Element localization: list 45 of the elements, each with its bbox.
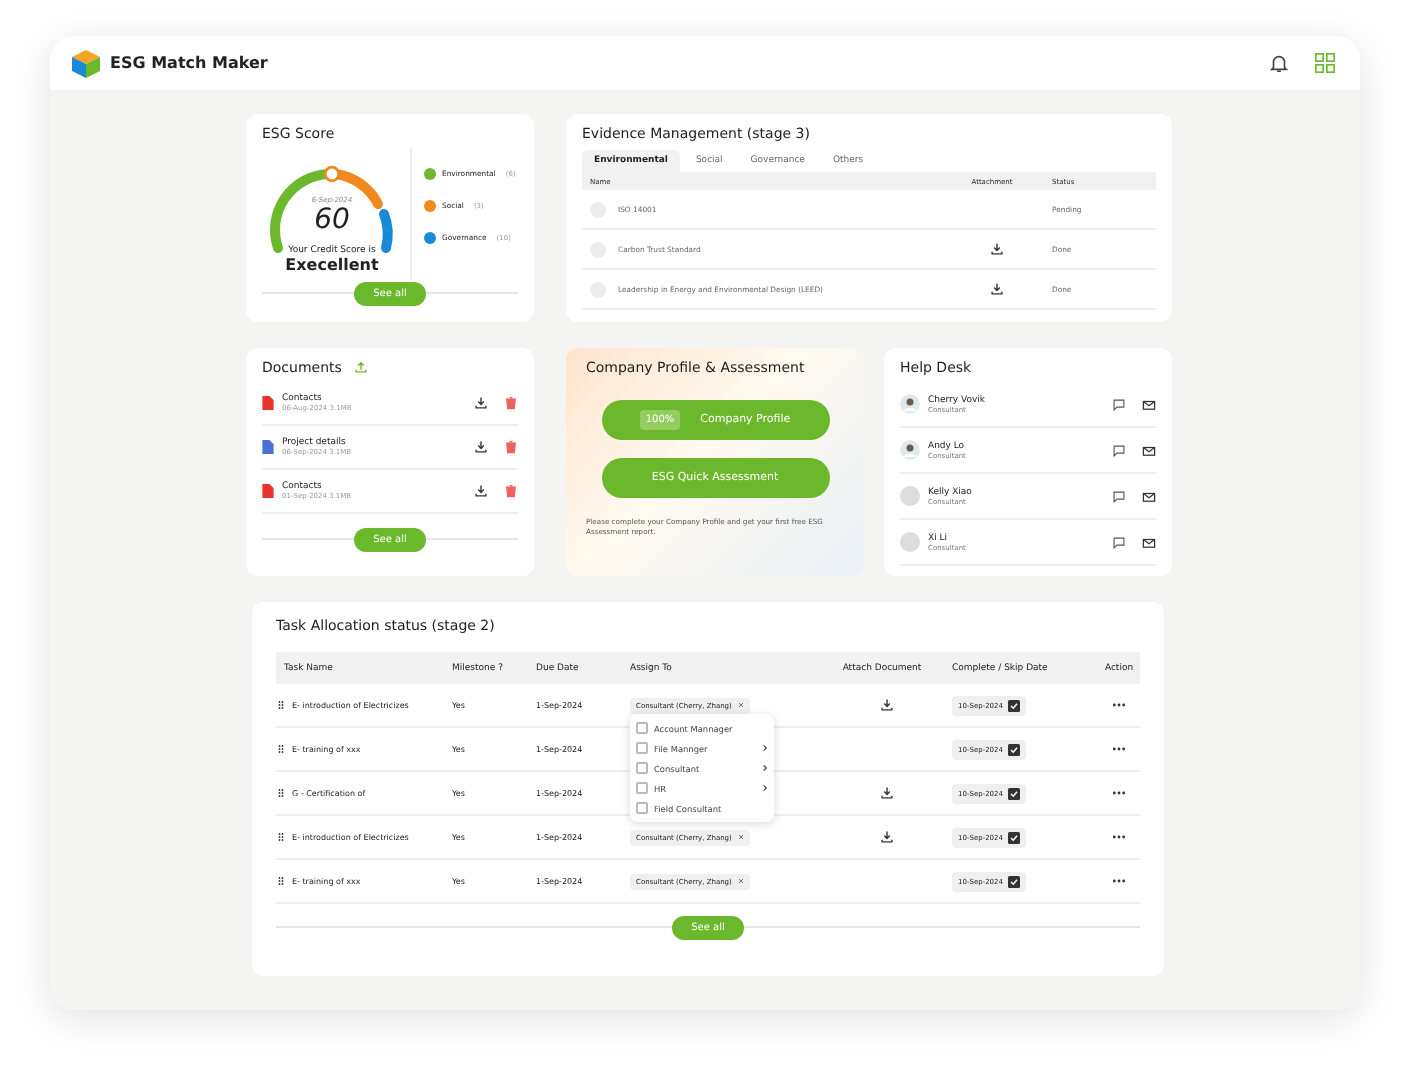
chat-icon[interactable]	[1112, 397, 1126, 411]
bell-icon[interactable]	[1268, 52, 1290, 74]
mail-icon[interactable]	[1142, 489, 1156, 503]
chevron-right-icon[interactable]	[762, 784, 768, 792]
chevron-right-icon[interactable]	[762, 764, 768, 772]
checkbox[interactable]	[636, 802, 648, 814]
checkbox-icon[interactable]	[1008, 699, 1021, 711]
chevron-right-icon[interactable]	[762, 744, 768, 752]
trash-icon[interactable]	[504, 440, 518, 454]
trash-icon[interactable]	[504, 396, 518, 410]
trash-icon[interactable]	[504, 484, 518, 498]
download-icon[interactable]	[879, 698, 893, 712]
checkbox-icon[interactable]	[1008, 743, 1021, 755]
score-rating: Execellent	[285, 256, 379, 274]
close-icon[interactable]	[737, 878, 744, 884]
mail-icon[interactable]	[1142, 535, 1156, 549]
more-icon[interactable]	[1112, 834, 1126, 840]
checkbox[interactable]	[636, 742, 648, 754]
chat-icon[interactable]	[1112, 489, 1126, 503]
chat-icon[interactable]	[1112, 535, 1126, 549]
download-icon[interactable]	[989, 242, 1003, 256]
checkbox-icon[interactable]	[1008, 875, 1021, 887]
checkbox[interactable]	[636, 762, 648, 774]
checkbox[interactable]	[636, 782, 648, 794]
app-title: ESG Match Maker	[110, 54, 268, 72]
close-icon[interactable]	[737, 702, 744, 708]
mail-icon[interactable]	[1142, 443, 1156, 457]
chat-icon[interactable]	[1112, 443, 1126, 457]
more-icon[interactable]	[1112, 878, 1126, 884]
score-value: 60	[314, 204, 350, 236]
more-icon[interactable]	[1112, 702, 1126, 708]
cube-logo-icon	[70, 47, 102, 79]
more-icon[interactable]	[1112, 790, 1126, 796]
checkbox[interactable]	[636, 722, 648, 734]
download-icon[interactable]	[474, 440, 488, 454]
more-icon[interactable]	[1112, 746, 1126, 752]
download-icon[interactable]	[879, 830, 893, 844]
download-icon[interactable]	[474, 396, 488, 410]
mail-icon[interactable]	[1142, 397, 1156, 411]
download-icon[interactable]	[989, 282, 1003, 296]
download-icon[interactable]	[879, 786, 893, 800]
download-icon[interactable]	[474, 484, 488, 498]
checkbox-icon[interactable]	[1008, 831, 1021, 843]
checkbox-icon[interactable]	[1008, 787, 1021, 799]
close-icon[interactable]	[737, 834, 744, 840]
